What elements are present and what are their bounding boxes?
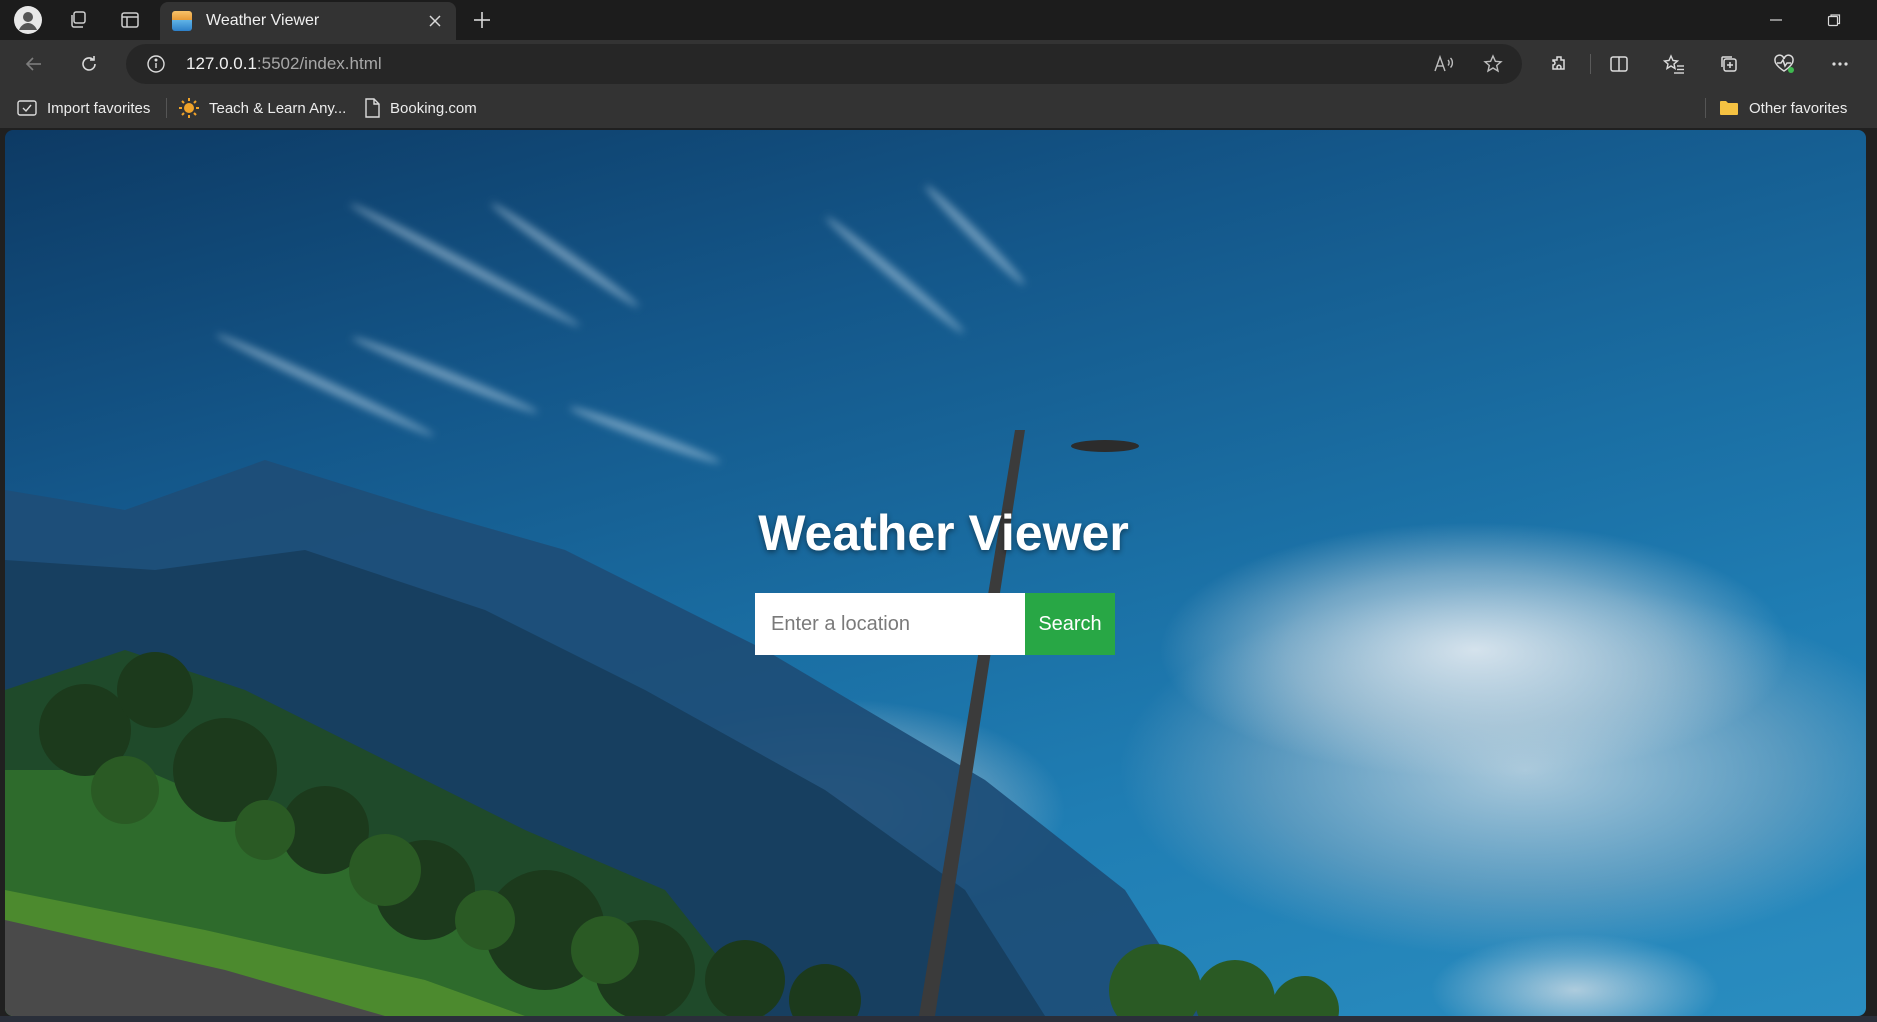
refresh-button[interactable] (71, 46, 107, 82)
favorites-divider (1705, 98, 1706, 118)
page-icon (364, 98, 380, 118)
new-tab-button[interactable] (466, 4, 498, 36)
sun-icon (179, 98, 199, 118)
url-text: 127.0.0.1:5502/index.html (186, 54, 382, 73)
back-button[interactable] (16, 46, 52, 82)
site-info-icon[interactable] (138, 46, 174, 82)
browser-essentials-icon[interactable] (1766, 46, 1802, 82)
folder-icon (1719, 99, 1739, 117)
tab-favicon-icon (172, 11, 192, 31)
favorite-label: Import favorites (47, 99, 151, 117)
search-button[interactable]: Search (1025, 593, 1115, 655)
page-viewport: Weather Viewer Search (5, 130, 1866, 1016)
favorite-label: Booking.com (390, 99, 477, 117)
other-favorites-folder[interactable]: Other favorites (1719, 95, 1847, 121)
read-aloud-icon[interactable] (1426, 46, 1462, 82)
favorite-item-import[interactable]: Import favorites (17, 95, 150, 121)
window-bottom-edge (0, 1016, 1877, 1022)
favorites-divider (166, 98, 167, 118)
profile-avatar-icon[interactable] (8, 0, 48, 40)
navigation-toolbar: 127.0.0.1:5502/index.html (0, 40, 1877, 88)
page-title: Weather Viewer (758, 505, 1129, 561)
search-form: Search (755, 593, 1115, 655)
close-tab-icon[interactable] (424, 10, 446, 32)
favorites-bar: Import favorites Teach & Learn Any... Bo… (0, 88, 1877, 128)
favorite-item-booking[interactable]: Booking.com (364, 95, 477, 121)
split-screen-icon[interactable] (1601, 46, 1637, 82)
favorites-list-icon[interactable] (1656, 46, 1692, 82)
import-icon (17, 99, 37, 117)
favorite-star-icon[interactable] (1475, 46, 1511, 82)
other-favorites-label: Other favorites (1749, 99, 1848, 117)
minimize-button[interactable] (1748, 0, 1804, 40)
restore-button[interactable] (1806, 0, 1862, 40)
location-search-input[interactable] (755, 593, 1025, 655)
hero-section: Weather Viewer Search (5, 130, 1866, 1016)
tab-title: Weather Viewer (206, 12, 320, 29)
collections-icon[interactable] (1711, 46, 1747, 82)
favorite-label: Teach & Learn Any... (209, 99, 347, 117)
vertical-tabs-icon[interactable] (110, 0, 150, 40)
extensions-icon[interactable] (1541, 46, 1577, 82)
tab-weather-viewer[interactable]: Weather Viewer (160, 2, 456, 40)
title-bar: Weather Viewer (0, 0, 1877, 40)
toolbar-divider (1590, 54, 1591, 74)
workspaces-icon[interactable] (58, 0, 98, 40)
address-bar[interactable]: 127.0.0.1:5502/index.html (126, 44, 1522, 84)
more-options-icon[interactable] (1822, 46, 1858, 82)
favorite-item-teach-learn[interactable]: Teach & Learn Any... (179, 95, 346, 121)
